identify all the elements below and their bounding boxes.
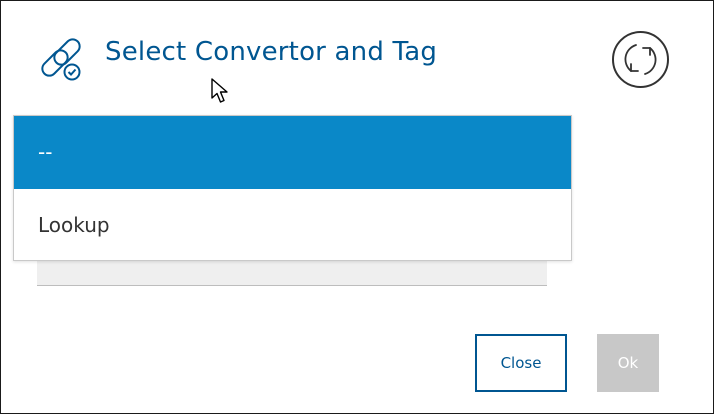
link-icon [41,38,81,81]
select-convertor-dialog: Select Convertor and Tag -- Lookup Close… [0,0,714,414]
convertor-dropdown-list: -- Lookup [13,115,572,261]
dialog-title: Select Convertor and Tag [105,37,438,67]
dropdown-option-lookup[interactable]: Lookup [14,189,571,261]
ok-button[interactable]: Ok [597,334,659,392]
mouse-cursor-icon [211,78,228,103]
close-button[interactable]: Close [475,334,567,392]
refresh-icon[interactable] [611,30,670,89]
dropdown-option-empty[interactable]: -- [14,116,571,189]
